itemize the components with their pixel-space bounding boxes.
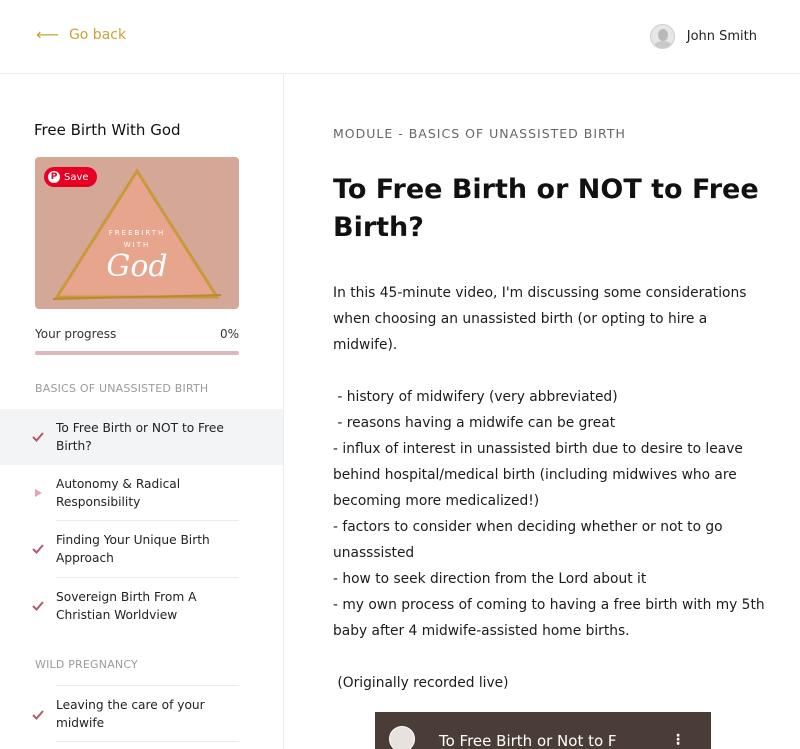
lesson-label: To Free Birth or NOT to Free Birth?: [56, 421, 224, 453]
lesson-item-3[interactable]: Finding Your Unique Birth Approach: [0, 521, 283, 577]
avatar: [649, 24, 675, 49]
desc-line: (Originally recorded live): [333, 675, 509, 691]
lesson-item-4[interactable]: Sovereign Birth From A Christian Worldvi…: [0, 578, 283, 634]
lesson-label: Sovereign Birth From A Christian Worldvi…: [56, 590, 197, 622]
thumbnail-text-1: FREEBIRTH: [108, 229, 166, 237]
desc-line: - how to seek direction from the Lord ab…: [333, 571, 647, 587]
lesson-title: To Free Birth or NOT to Free Birth?: [333, 174, 759, 243]
play-icon: [35, 489, 42, 497]
section-header-basics: BASICS OF UNASSISTED BIRTH: [35, 382, 209, 395]
thumbnail-text-3: God: [106, 249, 168, 284]
go-back-label: Go back: [68, 27, 127, 43]
course-title: Free Birth With God: [34, 121, 181, 139]
desc-line: [333, 358, 773, 384]
video-player[interactable]: To Free Birth or Not to F ⋮: [375, 712, 711, 749]
check-icon: [32, 601, 44, 611]
lesson-label: Autonomy & Radical Responsibility: [56, 477, 181, 509]
save-label: Save: [64, 171, 89, 183]
desc-line: - reasons having a midwife can be great: [333, 415, 616, 431]
divider: [56, 741, 239, 742]
section-header-wild-pregnancy: WILD PREGNANCY: [35, 658, 138, 671]
desc-line: - influx of interest in unassisted birth…: [333, 441, 748, 509]
user-menu[interactable]: John Smith: [649, 24, 757, 49]
more-vertical-icon[interactable]: ⋮: [671, 732, 685, 748]
desc-line: In this 45-minute video, I'm discussing …: [333, 285, 751, 353]
progress-percent: 0%: [219, 327, 239, 341]
thumbnail-text-2: WITH: [123, 241, 151, 249]
desc-line: - factors to consider when deciding whet…: [333, 519, 728, 561]
progress-bar: [35, 351, 239, 355]
pinterest-icon: P: [48, 171, 60, 183]
check-icon: [32, 432, 44, 442]
lesson-item-5[interactable]: Leaving the care of your midwife: [0, 686, 283, 742]
video-title[interactable]: To Free Birth or Not to F: [439, 732, 617, 749]
course-thumbnail: P Save FREEBIRTH WITH God: [35, 157, 239, 309]
desc-line: [333, 644, 773, 670]
top-bar: ⟵ Go back John Smith: [0, 0, 800, 74]
desc-line: - my own process of coming to having a f…: [333, 597, 770, 639]
lesson-item-2[interactable]: Autonomy & Radical Responsibility: [0, 465, 283, 521]
lesson-item-1[interactable]: To Free Birth or NOT to Free Birth?: [0, 409, 283, 465]
pinterest-save-button[interactable]: P Save: [44, 167, 97, 187]
channel-avatar: [389, 726, 415, 749]
arrow-left-icon: ⟵: [36, 25, 59, 44]
course-sidebar: Free Birth With God P Save FREEBIRTH WIT…: [0, 75, 284, 749]
check-icon: [32, 544, 44, 554]
progress-label: Your progress: [35, 327, 117, 341]
check-icon: [32, 710, 44, 720]
lesson-label: Finding Your Unique Birth Approach: [56, 533, 210, 565]
desc-line: - history of midwifery (very abbreviated…: [333, 389, 618, 405]
module-label: MODULE - BASICS OF UNASSISTED BIRTH: [333, 126, 626, 141]
user-name: John Smith: [686, 29, 757, 44]
lesson-description: In this 45-minute video, I'm discussing …: [333, 280, 773, 696]
lesson-label: Leaving the care of your midwife: [56, 698, 205, 730]
go-back-link[interactable]: ⟵ Go back: [36, 25, 127, 44]
lesson-content: MODULE - BASICS OF UNASSISTED BIRTH To F…: [285, 75, 800, 749]
